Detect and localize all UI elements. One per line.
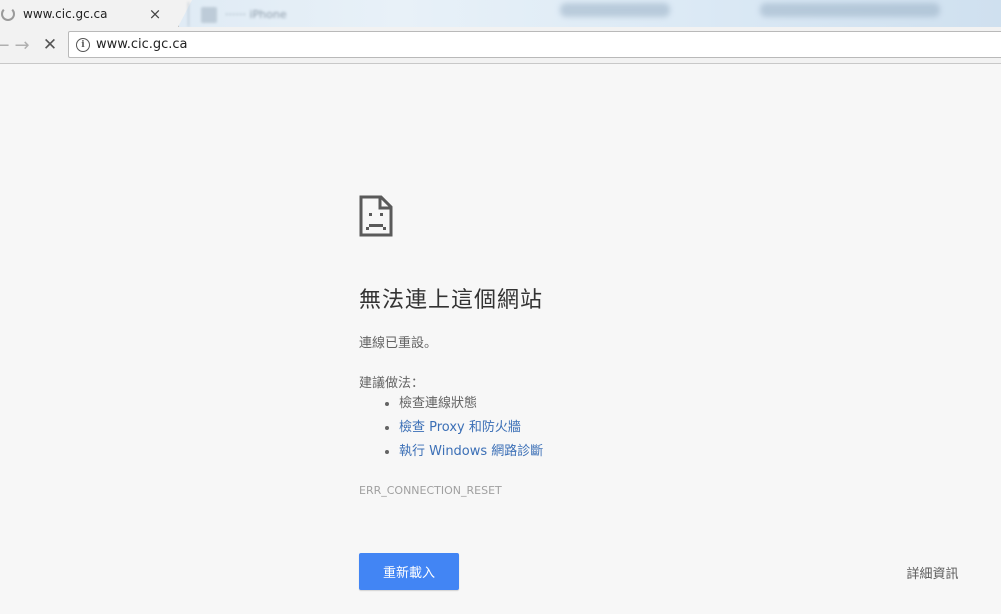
sad-page-icon: [359, 195, 393, 237]
tab-title: www.cic.gc.ca: [23, 6, 108, 21]
suggestion-link-proxy-firewall[interactable]: 檢查 Proxy 和防火牆: [399, 420, 521, 435]
forward-arrow-icon[interactable]: →: [12, 35, 32, 56]
url-text[interactable]: www.cic.gc.ca: [96, 37, 188, 52]
reload-button[interactable]: 重新載入: [359, 553, 459, 590]
tab-inactive[interactable]: ······ iPhone: [188, 2, 369, 27]
error-message: 連線已重設。: [359, 336, 438, 351]
tab-active[interactable]: www.cic.gc.ca ×: [0, 0, 192, 27]
error-title: 無法連上這個網站: [359, 288, 544, 313]
stop-icon[interactable]: ✕: [40, 35, 60, 55]
suggestions-list: 檢查連線狀態 檢查 Proxy 和防火牆 執行 Windows 網路診斷: [359, 392, 543, 464]
suggestion-link-network-diagnostics[interactable]: 執行 Windows 網路診斷: [399, 444, 543, 459]
error-code: ERR_CONNECTION_RESET: [359, 484, 502, 497]
suggestion-item[interactable]: 檢查 Proxy 和防火牆: [399, 416, 543, 440]
suggestion-item[interactable]: 執行 Windows 網路診斷: [399, 440, 543, 464]
error-page: 無法連上這個網站 連線已重設。 建議做法： 檢查連線狀態 檢查 Proxy 和防…: [0, 64, 1001, 614]
suggestion-text: 檢查連線狀態: [399, 396, 478, 411]
tab-close-icon[interactable]: ×: [148, 6, 162, 21]
browser-toolbar: ← → ✕ i www.cic.gc.ca: [0, 27, 1001, 64]
tabstrip-background: [560, 3, 670, 17]
details-button[interactable]: 詳細資訊: [895, 562, 970, 582]
info-icon[interactable]: i: [76, 37, 90, 52]
suggestions-heading: 建議做法：: [359, 376, 425, 391]
tab-title: ······ iPhone: [225, 8, 287, 21]
loading-spinner-icon: [1, 6, 15, 21]
suggestion-item: 檢查連線狀態: [399, 392, 543, 416]
back-arrow-icon[interactable]: ←: [0, 35, 12, 56]
favicon-icon: [201, 6, 217, 23]
tabstrip-background: [760, 3, 940, 17]
address-bar[interactable]: i www.cic.gc.ca: [68, 31, 1001, 58]
tab-strip: www.cic.gc.ca × ······ iPhone: [0, 0, 1001, 27]
